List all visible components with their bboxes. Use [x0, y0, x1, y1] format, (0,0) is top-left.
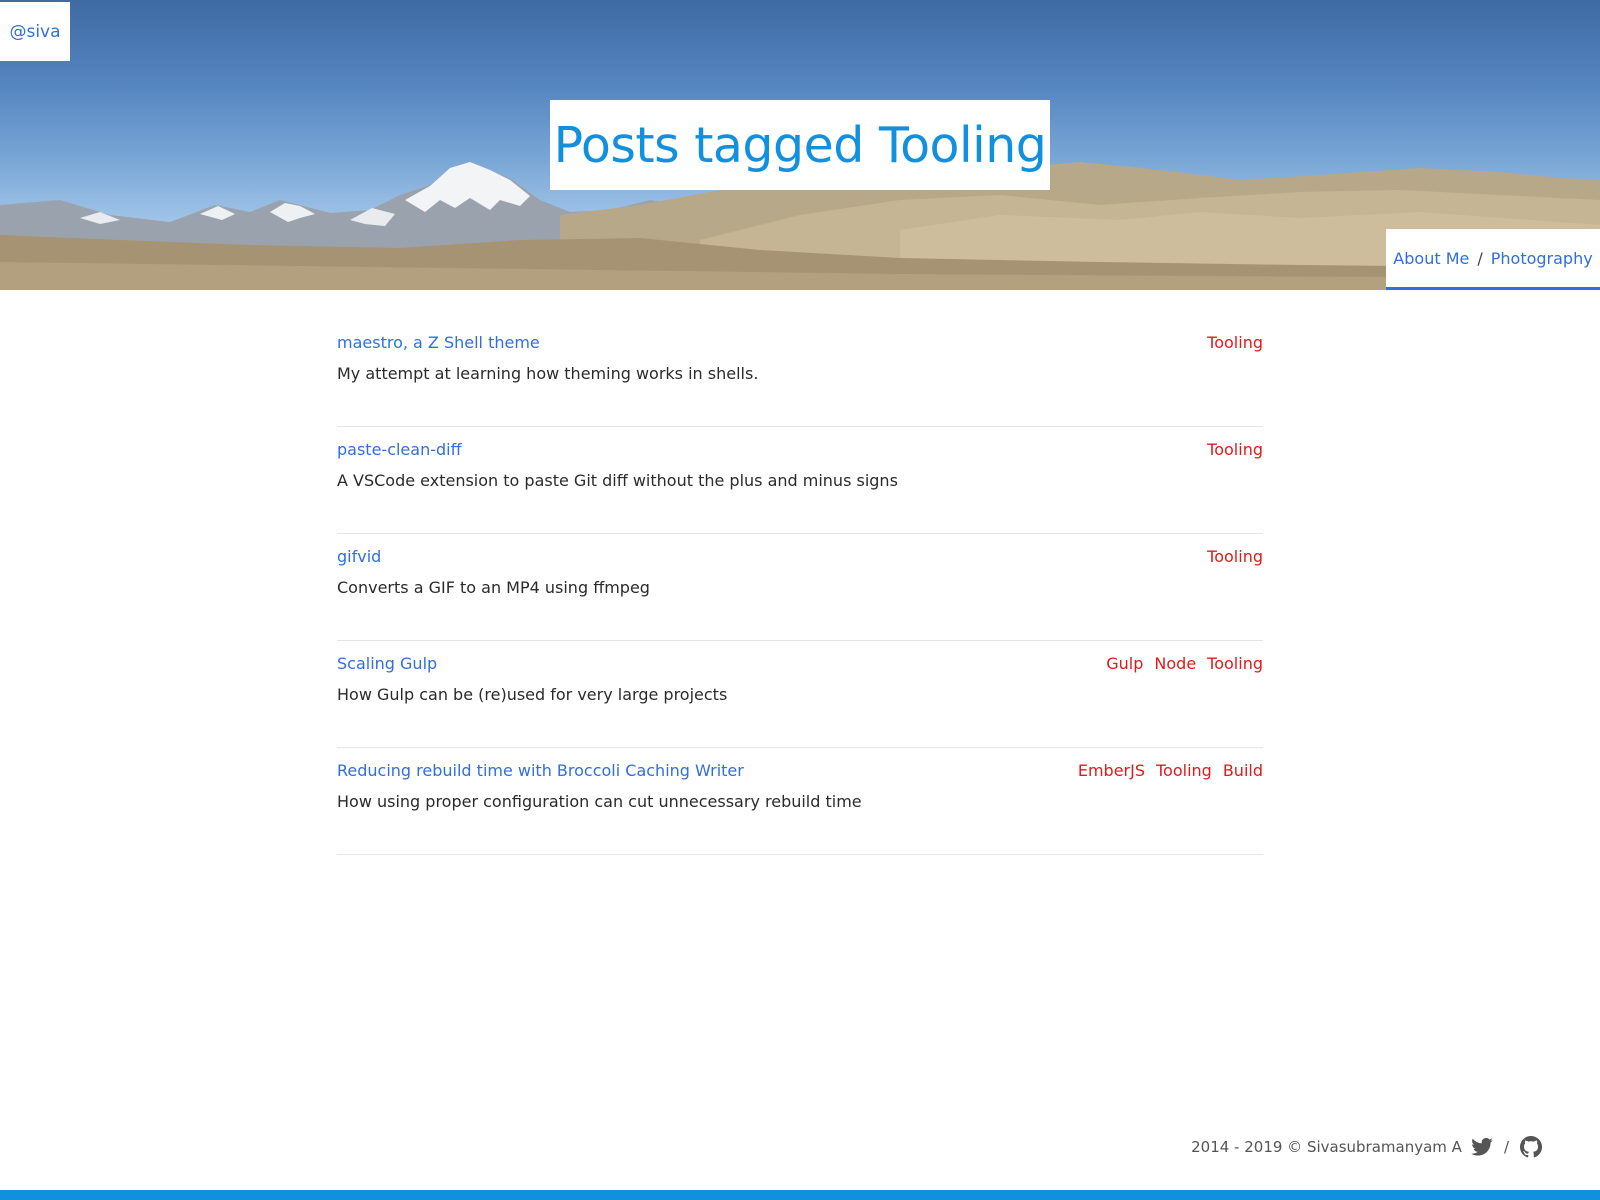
- tag-link-tooling[interactable]: Tooling: [1156, 761, 1212, 780]
- post-description: How Gulp can be (re)used for very large …: [337, 685, 728, 704]
- post-tags: Gulp Node Tooling: [1106, 654, 1263, 673]
- post-description: A VSCode extension to paste Git diff wit…: [337, 471, 898, 490]
- post-tags: Tooling: [1207, 333, 1263, 352]
- post-title-link[interactable]: maestro, a Z Shell theme: [337, 333, 540, 352]
- post-description: Converts a GIF to an MP4 using ffmpeg: [337, 578, 650, 597]
- tag-link-tooling[interactable]: Tooling: [1207, 440, 1263, 459]
- tag-link-tooling[interactable]: Tooling: [1207, 547, 1263, 566]
- footer-separator: /: [1503, 1138, 1509, 1156]
- post-tags: EmberJS Tooling Build: [1078, 761, 1263, 780]
- tag-link-tooling[interactable]: Tooling: [1207, 654, 1263, 673]
- copyright-text: 2014 - 2019 © Sivasubramanyam A: [1191, 1138, 1462, 1156]
- post-item: gifvid Tooling Converts a GIF to an MP4 …: [337, 534, 1263, 641]
- post-title-link[interactable]: Scaling Gulp: [337, 654, 437, 673]
- post-item: paste-clean-diff Tooling A VSCode extens…: [337, 427, 1263, 534]
- post-title-link[interactable]: paste-clean-diff: [337, 440, 462, 459]
- post-description: My attempt at learning how theming works…: [337, 364, 759, 383]
- nav-link-about-me[interactable]: About Me: [1393, 249, 1469, 268]
- twitter-icon[interactable]: [1471, 1138, 1493, 1156]
- nav-link-photography[interactable]: Photography: [1491, 249, 1593, 268]
- post-list: maestro, a Z Shell theme Tooling My atte…: [337, 320, 1263, 855]
- tag-link-emberjs[interactable]: EmberJS: [1078, 761, 1145, 780]
- footer: 2014 - 2019 © Sivasubramanyam A /: [1191, 1136, 1542, 1158]
- github-icon[interactable]: [1520, 1136, 1542, 1158]
- tag-link-gulp[interactable]: Gulp: [1106, 654, 1143, 673]
- post-tags: Tooling: [1207, 547, 1263, 566]
- page-title-box: Posts tagged Tooling: [550, 100, 1050, 190]
- page-title: Posts tagged Tooling: [553, 116, 1047, 174]
- hero-banner: @siva Posts tagged Tooling About Me / Ph…: [0, 0, 1600, 290]
- tag-link-tooling[interactable]: Tooling: [1207, 333, 1263, 352]
- post-tags: Tooling: [1207, 440, 1263, 459]
- post-title-link[interactable]: Reducing rebuild time with Broccoli Cach…: [337, 761, 744, 780]
- nav-separator: /: [1477, 248, 1483, 268]
- post-item: Reducing rebuild time with Broccoli Cach…: [337, 748, 1263, 855]
- post-item: maestro, a Z Shell theme Tooling My atte…: [337, 320, 1263, 427]
- site-handle-link[interactable]: @siva: [0, 2, 70, 61]
- top-nav: About Me / Photography: [1386, 229, 1600, 290]
- post-title-link[interactable]: gifvid: [337, 547, 381, 566]
- tag-link-build[interactable]: Build: [1223, 761, 1263, 780]
- tag-link-node[interactable]: Node: [1154, 654, 1196, 673]
- post-item: Scaling Gulp Gulp Node Tooling How Gulp …: [337, 641, 1263, 748]
- post-description: How using proper configuration can cut u…: [337, 792, 862, 811]
- bottom-accent-bar: [0, 1190, 1600, 1200]
